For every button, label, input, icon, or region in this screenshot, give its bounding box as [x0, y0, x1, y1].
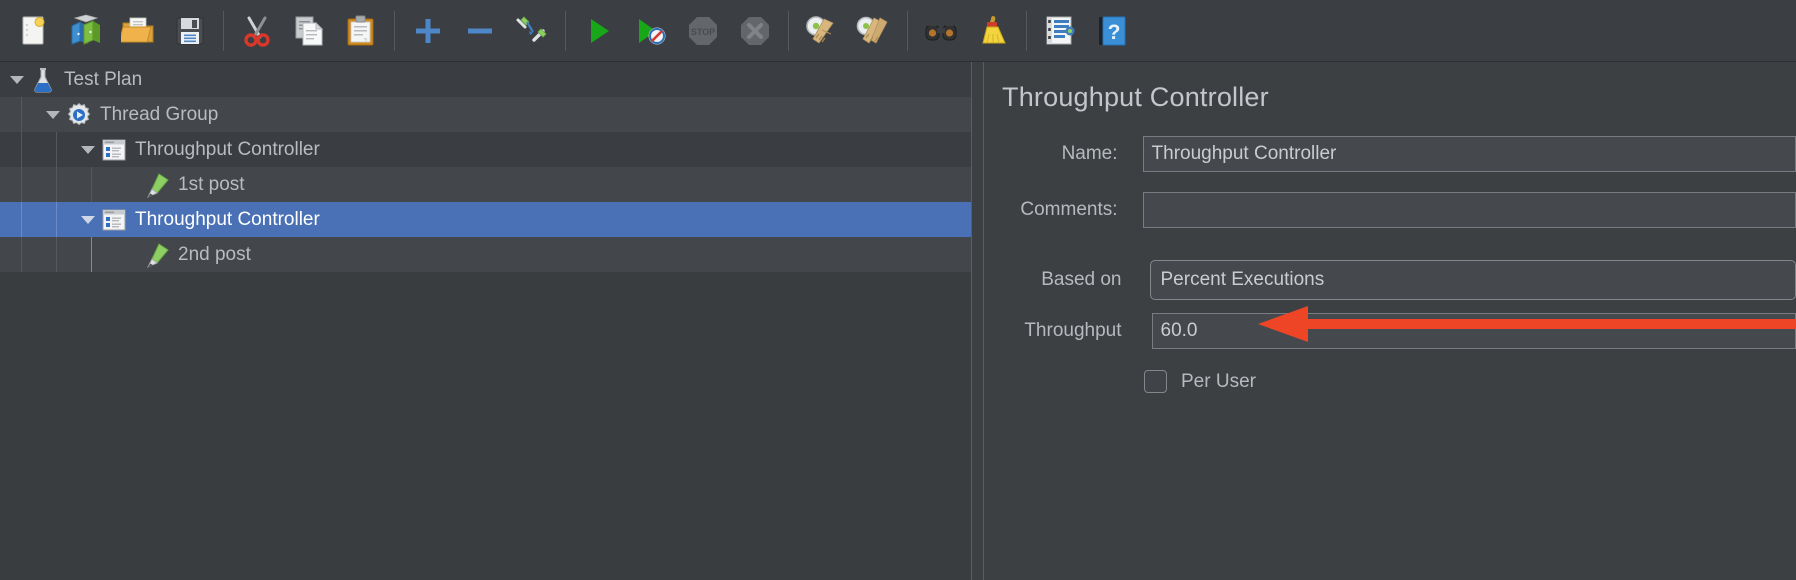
controller-icon	[99, 132, 129, 167]
http-sampler-icon	[142, 167, 172, 202]
clear-icon[interactable]	[796, 7, 848, 55]
toolbar-separator	[394, 10, 395, 51]
shutdown-icon[interactable]	[729, 7, 781, 55]
throughput-row: Throughput 60.0	[984, 313, 1796, 349]
expand-toggle[interactable]	[77, 202, 99, 237]
based-on-label: Based on	[1041, 269, 1122, 290]
templates-icon[interactable]	[60, 7, 112, 55]
svg-text:?: ?	[1108, 21, 1121, 44]
open-icon[interactable]	[112, 7, 164, 55]
comments-label: Comments:	[1020, 199, 1118, 220]
tree-node-label: 2nd post	[178, 243, 251, 265]
toolbar-separator	[1026, 10, 1027, 51]
copy-icon[interactable]	[283, 7, 335, 55]
per-user-row[interactable]: Per User	[1144, 370, 1256, 393]
toggle-icon[interactable]	[506, 7, 558, 55]
based-on-row: Based on Percent Executions	[984, 260, 1796, 300]
cut-icon[interactable]	[231, 7, 283, 55]
tree-row[interactable]: Throughput Controller	[0, 132, 971, 167]
throughput-label: Throughput	[1024, 320, 1122, 341]
jmeter-window: STOP ? Test Plan Thread Group Throughput…	[0, 0, 1796, 580]
throughput-field[interactable]: 60.0	[1151, 313, 1796, 349]
toolbar-separator	[788, 10, 789, 51]
per-user-checkbox[interactable]	[1144, 370, 1167, 393]
expand-toggle[interactable]	[42, 97, 64, 132]
throughput-controller-panel: Throughput Controller Name: Throughput C…	[984, 62, 1796, 580]
tree-row[interactable]: 2nd post	[0, 237, 971, 272]
search-icon[interactable]	[915, 7, 967, 55]
controller-icon	[99, 202, 129, 237]
tree-row-selected[interactable]: Throughput Controller	[0, 202, 971, 237]
thread-group-icon	[64, 97, 94, 132]
tree-row[interactable]: Test Plan	[0, 62, 971, 97]
name-label: Name:	[1061, 143, 1118, 164]
tree-row[interactable]: Thread Group	[0, 97, 971, 132]
clear-all-icon[interactable]	[848, 7, 900, 55]
paste-icon[interactable]	[335, 7, 387, 55]
page-title: Throughput Controller	[1002, 82, 1269, 112]
tree-node-label: 1st post	[178, 173, 245, 195]
start-no-pauses-icon[interactable]	[625, 7, 677, 55]
based-on-select[interactable]: Percent Executions	[1149, 260, 1796, 300]
reset-search-icon[interactable]	[967, 7, 1019, 55]
per-user-label: Per User	[1181, 370, 1256, 392]
name-field[interactable]: Throughput Controller	[1142, 136, 1796, 172]
tree-node-label: Thread Group	[100, 103, 219, 125]
tree-row[interactable]: 1st post	[0, 167, 971, 202]
expand-all-icon[interactable]	[402, 7, 454, 55]
toolbar-separator	[907, 10, 908, 51]
test-plan-tree[interactable]: Test Plan Thread Group Throughput Contro…	[0, 62, 971, 580]
stop-icon[interactable]: STOP	[677, 7, 729, 55]
expand-toggle-spacer	[112, 237, 134, 272]
tree-node-label: Test Plan	[64, 68, 143, 90]
comments-row: Comments:	[984, 192, 1796, 228]
name-row: Name: Throughput Controller	[984, 136, 1796, 172]
toolbar-separator	[565, 10, 566, 51]
toolbar-separator	[223, 10, 224, 51]
collapse-all-icon[interactable]	[454, 7, 506, 55]
help-icon[interactable]: ?	[1086, 7, 1138, 55]
test-plan-icon	[28, 62, 58, 97]
toolbar: STOP ?	[0, 0, 1796, 62]
tree-node-label: Throughput Controller	[135, 138, 320, 160]
expand-toggle[interactable]	[77, 132, 99, 167]
svg-text:STOP: STOP	[691, 27, 715, 37]
tree-node-label: Throughput Controller	[135, 208, 320, 230]
comments-field[interactable]	[1142, 192, 1796, 228]
save-icon[interactable]	[164, 7, 216, 55]
main-split: Test Plan Thread Group Throughput Contro…	[0, 62, 1796, 580]
expand-toggle[interactable]	[6, 62, 28, 97]
function-helper-icon[interactable]	[1034, 7, 1086, 55]
panel-splitter[interactable]	[971, 62, 984, 580]
expand-toggle-spacer	[112, 167, 134, 202]
new-icon[interactable]	[8, 7, 60, 55]
start-icon[interactable]	[573, 7, 625, 55]
http-sampler-icon	[142, 237, 172, 272]
